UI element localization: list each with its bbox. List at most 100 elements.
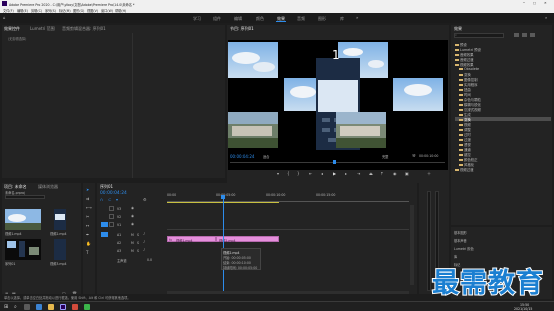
program-monitor-title[interactable]: 节目: 序列01 bbox=[230, 26, 254, 32]
timeline-sequence-tab[interactable]: 序列01 bbox=[100, 184, 113, 190]
search-icon[interactable]: ⌕ bbox=[545, 15, 547, 20]
close-icon[interactable]: ✕ bbox=[544, 1, 547, 5]
wrench-icon[interactable]: ⚒ bbox=[412, 153, 416, 158]
master-track-header[interactable]: 主声道 0.0 bbox=[97, 256, 166, 264]
effects-tree-row-selected[interactable]: 变换 bbox=[455, 117, 551, 122]
linked-selection-icon[interactable]: ⊂ bbox=[108, 197, 111, 202]
source-patch-v1[interactable] bbox=[101, 222, 108, 227]
effects-tree-row[interactable]: 沉浸式视频 bbox=[459, 107, 481, 112]
effects-tree-row[interactable]: 过时 bbox=[459, 132, 471, 137]
mute-button[interactable]: M bbox=[131, 249, 134, 253]
effects-tree-row[interactable]: 模糊与锐化 bbox=[459, 102, 481, 107]
effects-tree-row[interactable]: 生成 bbox=[459, 112, 471, 117]
mute-button[interactable]: M bbox=[131, 241, 134, 245]
selection-tool-icon[interactable]: ➤ bbox=[86, 187, 89, 192]
effects-search-field[interactable] bbox=[454, 33, 504, 38]
effects-tree-row[interactable]: 视频过渡 bbox=[455, 167, 474, 172]
effects-tree-row[interactable]: Obsolete bbox=[459, 67, 479, 71]
timeline-settings-icon[interactable]: ⚙ bbox=[143, 197, 147, 202]
effects-tree-row[interactable]: 颜色校正 bbox=[459, 157, 478, 162]
eye-icon[interactable]: ◉ bbox=[131, 206, 134, 210]
effects-tree-row[interactable]: 通道 bbox=[459, 147, 471, 152]
tab-lumetri-scopes[interactable]: Lumetri 范围 bbox=[30, 26, 55, 32]
clip-video2[interactable]: 视频2.mp4 bbox=[216, 236, 279, 243]
browser-icon[interactable] bbox=[36, 304, 42, 310]
tab-effect-controls[interactable]: 效果控件 bbox=[4, 26, 20, 32]
track-header-a2[interactable]: A2 M S ♪ bbox=[97, 239, 166, 247]
track-header-v2[interactable]: V2 ◉ bbox=[97, 213, 166, 221]
workspace-color[interactable]: 颜色 bbox=[256, 16, 264, 22]
lock-icon[interactable] bbox=[109, 214, 114, 219]
project-search-field[interactable] bbox=[5, 195, 45, 199]
track-header-a1[interactable]: A1 M S ♪ bbox=[97, 231, 166, 239]
playback-scrubber[interactable] bbox=[230, 162, 445, 163]
maximize-icon[interactable]: □ bbox=[533, 1, 536, 5]
play-icon[interactable]: ▶ bbox=[333, 171, 336, 176]
track-select-tool-icon[interactable]: ⇉ bbox=[86, 196, 89, 201]
razor-tool-icon[interactable]: ✂ bbox=[86, 214, 89, 219]
solo-button[interactable]: S bbox=[137, 233, 139, 237]
mark-out-icon[interactable]: } bbox=[297, 171, 300, 176]
track-header-a3[interactable]: A3 M S ♪ bbox=[97, 247, 166, 255]
fit-dropdown[interactable]: 适合 bbox=[263, 154, 269, 159]
effects-tree-row[interactable]: 实用程序 bbox=[459, 82, 478, 87]
lift-icon[interactable]: ⏏ bbox=[369, 171, 373, 176]
mark-in-icon[interactable]: { bbox=[287, 171, 290, 176]
app-icon[interactable] bbox=[84, 304, 90, 310]
type-tool-icon[interactable]: T bbox=[86, 250, 88, 255]
go-to-in-icon[interactable]: ⇤ bbox=[309, 171, 312, 176]
scrubber-playhead[interactable] bbox=[333, 160, 336, 164]
slip-tool-icon[interactable]: ↔ bbox=[86, 223, 89, 228]
settings-icon[interactable]: ＋ bbox=[427, 171, 431, 177]
add-marker-icon[interactable]: ▾ bbox=[277, 171, 279, 176]
track-header-v1[interactable]: V1 ◉ bbox=[97, 221, 166, 229]
add-marker-icon[interactable]: ▾ bbox=[116, 197, 118, 202]
essential-sound-tab[interactable]: 基本声音 bbox=[454, 238, 467, 243]
extract-icon[interactable]: ⤒ bbox=[381, 171, 383, 176]
snap-icon[interactable]: ∩ bbox=[100, 197, 103, 202]
solo-button[interactable]: S bbox=[137, 249, 139, 253]
task-view-icon[interactable] bbox=[24, 304, 30, 310]
master-volume[interactable]: 0.0 bbox=[147, 258, 152, 262]
hand-tool-icon[interactable]: ✋ bbox=[86, 241, 91, 246]
search-icon[interactable]: ⌕ bbox=[14, 304, 17, 310]
timeline-timecode[interactable]: 00:00:04:24 bbox=[100, 191, 127, 196]
effects-tree-row[interactable]: 调整 bbox=[459, 127, 471, 132]
32bit-filter-icon[interactable] bbox=[522, 33, 527, 37]
effects-tree-row[interactable]: 风格化 bbox=[459, 162, 474, 167]
project-item[interactable] bbox=[54, 209, 66, 230]
premiere-taskbar-icon[interactable] bbox=[60, 304, 66, 310]
effects-tree-row[interactable]: 键控 bbox=[459, 152, 471, 157]
timeline-vertical-scrollbar[interactable] bbox=[410, 205, 414, 285]
yuv-filter-icon[interactable] bbox=[530, 33, 535, 37]
ripple-edit-tool-icon[interactable]: ⟷ bbox=[86, 205, 92, 210]
file-explorer-icon[interactable] bbox=[48, 304, 54, 310]
quality-dropdown[interactable]: 完整 bbox=[382, 154, 388, 159]
effects-tree-row[interactable]: 透视 bbox=[459, 142, 471, 147]
effects-tree-row[interactable]: 变换 bbox=[459, 72, 471, 77]
project-item[interactable] bbox=[5, 239, 41, 260]
microphone-icon[interactable]: ♪ bbox=[143, 240, 145, 244]
workspace-audio[interactable]: 音频 bbox=[297, 16, 305, 22]
eye-icon[interactable]: ◉ bbox=[131, 214, 134, 218]
workspace-learn[interactable]: 学习 bbox=[193, 16, 201, 22]
minimize-icon[interactable]: ─ bbox=[523, 1, 525, 5]
source-patch-a1[interactable] bbox=[101, 232, 108, 237]
home-icon[interactable]: ⌂ bbox=[3, 15, 6, 20]
lock-icon[interactable] bbox=[109, 206, 114, 211]
effects-tree-row[interactable]: 音频过渡 bbox=[455, 57, 474, 62]
effects-tree-row[interactable]: 时间 bbox=[459, 92, 471, 97]
workspace-libraries[interactable]: 库 bbox=[340, 16, 344, 22]
effects-tree-row[interactable]: 音频效果 bbox=[455, 52, 474, 57]
mute-button[interactable]: M bbox=[131, 233, 134, 237]
go-to-out-icon[interactable]: ⇥ bbox=[357, 171, 360, 176]
effects-tree-row[interactable]: 视频 bbox=[459, 122, 471, 127]
pen-tool-icon[interactable]: ✒ bbox=[86, 232, 89, 237]
tab-media-browser[interactable]: 媒体浏览器 bbox=[38, 184, 58, 190]
track-header-v3[interactable]: V3 ◉ bbox=[97, 205, 166, 213]
app-icon[interactable] bbox=[72, 304, 78, 310]
effects-tree-row[interactable]: 杂色与颗粒 bbox=[459, 97, 481, 102]
tab-audio-clip-mixer[interactable]: 音频剪辑混合器: 序列01 bbox=[62, 26, 106, 32]
workspace-more-icon[interactable]: » bbox=[356, 15, 358, 20]
effects-tree-row[interactable]: 扭曲 bbox=[459, 87, 471, 92]
